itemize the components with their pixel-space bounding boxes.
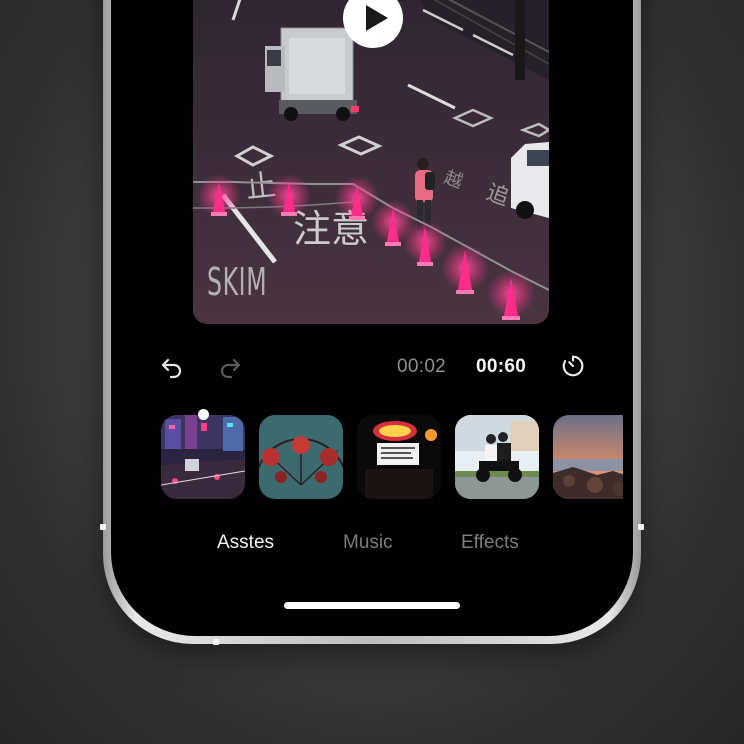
tab-music[interactable]: Music — [343, 532, 393, 554]
phone-frame: 注意 止 追 越 SKIM 00:02 00:60 Asstes Music E… — [100, 0, 644, 645]
thumbnail-scooter[interactable] — [455, 415, 539, 499]
media-thumbnails — [161, 415, 623, 501]
total-time: 00:60 — [476, 356, 527, 377]
video-preview[interactable]: 注意 止 追 越 SKIM — [193, 0, 549, 324]
white-car — [511, 142, 549, 219]
antenna-band — [213, 639, 219, 645]
skim-watermark: SKIM — [207, 260, 268, 304]
selected-indicator-dot — [198, 409, 209, 420]
antenna-band — [100, 524, 106, 530]
thumbnail-neon-sign[interactable] — [357, 415, 441, 499]
thumbnail-city-night[interactable] — [161, 415, 245, 499]
play-button[interactable] — [343, 0, 403, 48]
ferris-wheel-image — [259, 415, 343, 499]
playback-controls: 00:02 00:60 — [111, 348, 633, 384]
sunset-coast-image — [553, 415, 623, 499]
neon-sign-image — [357, 415, 441, 499]
scooter-image — [455, 415, 539, 499]
tab-effects[interactable]: Effects — [461, 532, 519, 554]
home-indicator[interactable] — [284, 602, 460, 609]
redo-icon[interactable] — [217, 354, 243, 380]
antenna-band — [638, 524, 644, 530]
current-time: 00:02 — [397, 356, 447, 377]
thumbnail-sunset[interactable] — [553, 415, 623, 499]
timer-icon[interactable] — [560, 353, 586, 379]
app-screen: 注意 止 追 越 SKIM 00:02 00:60 Asstes Music E… — [111, 0, 633, 636]
undo-icon[interactable] — [159, 354, 185, 380]
city-night-image — [161, 415, 245, 499]
tab-assets[interactable]: Asstes — [217, 532, 274, 554]
thumbnail-ferris-wheel[interactable] — [259, 415, 343, 499]
